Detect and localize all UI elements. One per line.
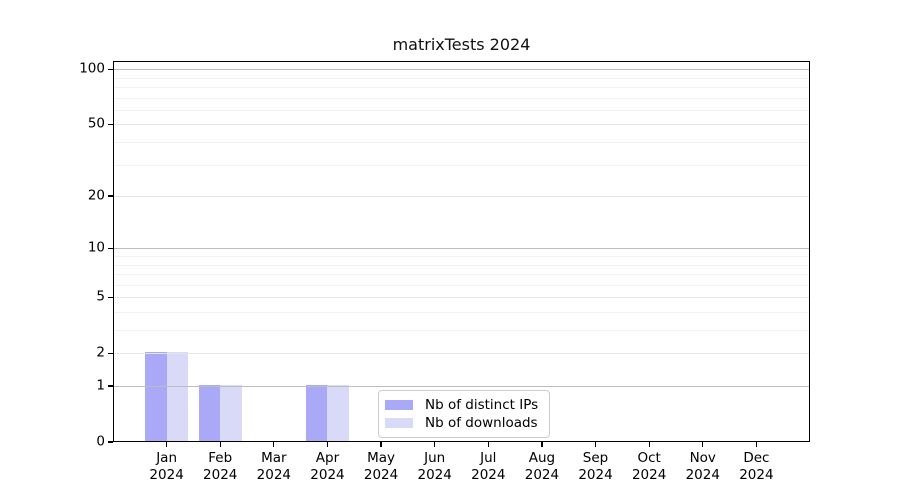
gridline-major: [114, 248, 809, 250]
gridline-major: [114, 196, 809, 198]
gridline-major: [114, 353, 809, 355]
y-tick-mark: [108, 441, 113, 443]
y-tick-label: 2: [96, 344, 105, 361]
gridline-minor: [114, 109, 809, 111]
legend-swatch-distinct-ips: [385, 400, 413, 410]
x-tick-mark: [326, 442, 329, 447]
gridline-minor: [114, 256, 809, 257]
y-tick-mark: [108, 296, 113, 298]
y-tick-label: 10: [87, 239, 105, 256]
x-tick-mark: [166, 442, 168, 447]
x-tick-mark: [219, 442, 221, 447]
gridline-minor: [114, 264, 809, 266]
legend-label-downloads: Nb of downloads: [425, 415, 538, 431]
y-tick-label: 50: [87, 115, 105, 132]
gridline-major: [114, 386, 809, 387]
gridline-major: [114, 124, 809, 126]
bar-downloads: [220, 385, 242, 441]
bar-distinct-ips: [145, 352, 167, 441]
y-tick-label: 100: [79, 60, 105, 77]
gridline-minor: [114, 311, 809, 313]
y-tick-mark: [108, 385, 113, 387]
y-tick-label: 1: [96, 377, 105, 394]
gridline-minor: [114, 142, 809, 144]
gridline-minor: [114, 164, 809, 166]
gridline-minor: [114, 330, 809, 332]
chart-title: matrixTests 2024: [392, 35, 531, 54]
x-tick-label: Dec 2024: [721, 450, 791, 483]
bar-distinct-ips: [306, 385, 328, 441]
x-tick-mark: [380, 442, 382, 447]
bar-distinct-ips: [198, 385, 221, 441]
y-tick-mark: [108, 352, 113, 354]
y-tick-label: 20: [87, 187, 105, 204]
y-tick-mark: [108, 123, 113, 125]
legend-swatch-downloads: [385, 418, 413, 428]
y-tick-mark: [108, 68, 113, 70]
x-tick-mark: [648, 442, 650, 447]
y-tick-label: 5: [96, 288, 105, 305]
gridline-major: [114, 69, 809, 71]
figure: matrixTests 2024 0 1 2 5 10 20 50 100 Jan 2024 Feb…: [0, 0, 900, 500]
y-tick-mark: [108, 247, 113, 249]
x-tick-month: Dec: [743, 450, 770, 466]
x-tick-mark: [273, 442, 275, 447]
x-tick-mark: [434, 442, 436, 447]
gridline-minor: [114, 97, 809, 99]
x-tick-mark: [702, 442, 704, 447]
gridline-major: [114, 297, 809, 299]
x-tick-year: 2024: [739, 466, 774, 483]
x-tick-mark: [755, 442, 757, 447]
bar-downloads: [166, 352, 189, 441]
gridline-minor: [114, 77, 809, 79]
legend: Nb of distinct IPs Nb of downloads: [378, 390, 551, 438]
gridline-minor: [114, 274, 809, 276]
plot-area: [113, 61, 810, 442]
legend-item-downloads: Nb of downloads: [385, 414, 538, 432]
legend-item-distinct-ips: Nb of distinct IPs: [385, 396, 538, 414]
y-tick-label: 0: [96, 433, 105, 450]
bar-downloads: [327, 385, 349, 441]
gridline-minor: [114, 87, 809, 89]
x-tick-mark: [487, 442, 489, 447]
y-tick-mark: [108, 195, 113, 197]
x-tick-mark: [594, 442, 597, 447]
gridline-minor: [114, 284, 809, 286]
x-tick-mark: [541, 442, 543, 447]
legend-label-distinct-ips: Nb of distinct IPs: [425, 397, 539, 413]
